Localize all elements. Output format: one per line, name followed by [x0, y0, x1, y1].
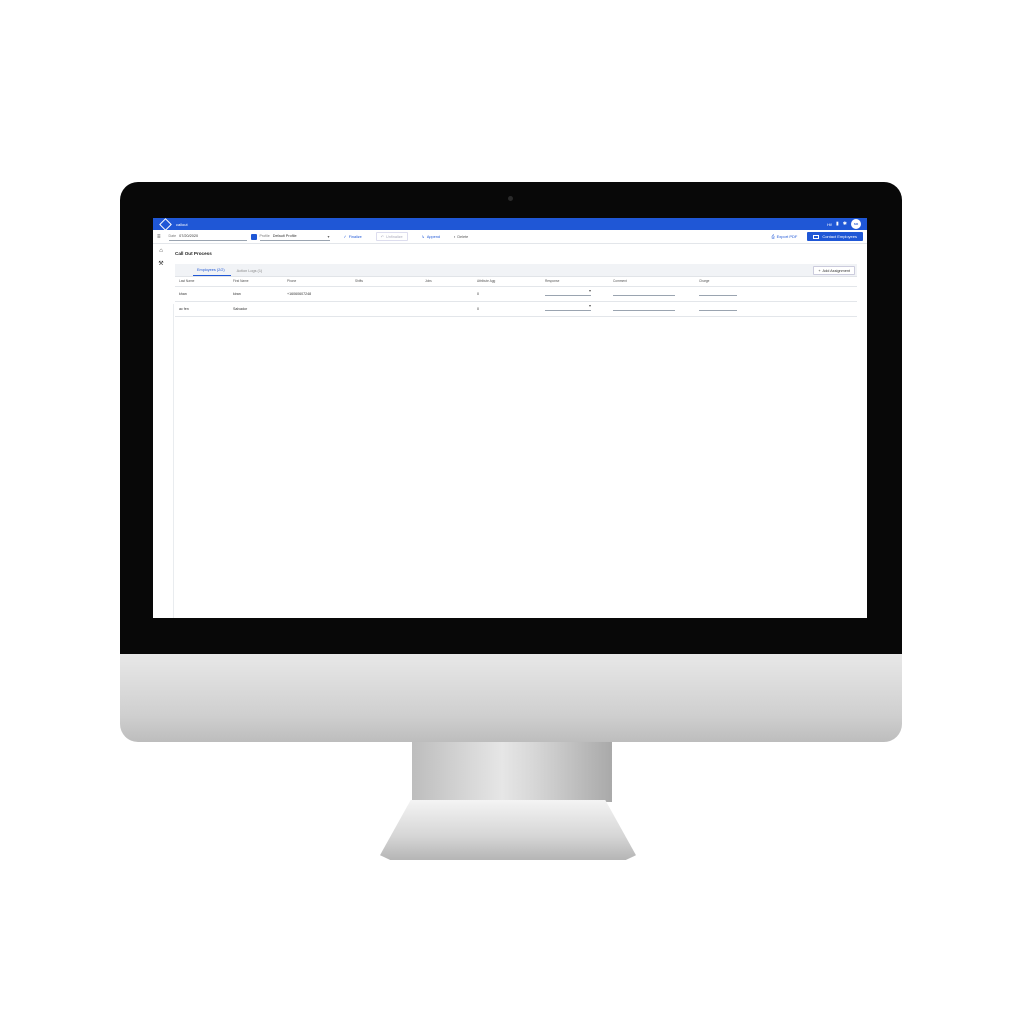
screen: callout Hi! ▮ ✱ SO ≡ Date 07/20/2020 Pro…: [153, 218, 867, 618]
cell-jobs: [421, 286, 473, 302]
response-select[interactable]: [545, 303, 591, 311]
home-icon[interactable]: ⌂: [159, 248, 163, 254]
user-greeting: Hi!: [827, 221, 833, 227]
export-pdf-button[interactable]: ⎙ Export PDF: [771, 234, 797, 239]
cell-last-name: ac fen: [175, 301, 229, 317]
tab-employees[interactable]: Employees (2/2): [193, 268, 231, 276]
app-logo-icon[interactable]: [159, 218, 172, 231]
col-phone[interactable]: Phone: [283, 277, 351, 287]
finalize-label: Finalize: [348, 234, 362, 239]
comment-input[interactable]: [613, 305, 675, 311]
calendar-icon[interactable]: [250, 233, 257, 240]
charge-input[interactable]: [699, 305, 737, 311]
trash-icon: ▪: [453, 234, 456, 239]
date-label: Date: [168, 234, 177, 238]
contact-employees-label: Contact Employees: [822, 234, 857, 239]
add-assignment-label: Add Assignment: [822, 268, 850, 273]
append-icon: ↳: [421, 235, 425, 239]
cell-first-name: Salvador: [229, 301, 283, 317]
profile-value: Default Profile: [272, 234, 297, 238]
monitor-chin: [120, 654, 902, 742]
col-first-name[interactable]: First Name: [229, 277, 283, 287]
plus-icon: +: [818, 268, 821, 273]
export-pdf-label: Export PDF: [776, 234, 798, 239]
cell-charge: [695, 286, 857, 302]
col-response[interactable]: Response: [541, 277, 609, 287]
divider: [173, 304, 174, 618]
printer-icon: ⎙: [771, 234, 775, 239]
gear-icon[interactable]: ✱: [843, 221, 847, 227]
table-row[interactable]: ac fen Salvador 0: [175, 301, 857, 317]
camera-dot: [508, 196, 513, 201]
undo-icon: ↶: [380, 235, 384, 239]
app-bar: callout Hi! ▮ ✱ SO: [153, 218, 867, 231]
toolbar: ≡ Date 07/20/2020 Profile Default Profil…: [153, 230, 867, 244]
append-button[interactable]: ↳ Append: [421, 234, 440, 240]
append-label: Append: [426, 234, 440, 239]
cell-comment: [609, 286, 695, 302]
cell-first-name: kiran: [229, 286, 283, 302]
cell-shifts: [351, 301, 421, 317]
col-last-name[interactable]: Last Name: [175, 277, 229, 287]
delete-button[interactable]: ▪ Delete: [454, 235, 468, 239]
delete-label: Delete: [457, 234, 469, 239]
folder-icon[interactable]: ▮: [836, 221, 839, 227]
col-comment[interactable]: Comment: [609, 277, 695, 287]
cell-jobs: [421, 301, 473, 317]
contact-employees-button[interactable]: Contact Employees: [807, 232, 863, 241]
monitor-stand: [412, 742, 612, 802]
tab-action-logs[interactable]: Action Logs (1): [237, 269, 269, 276]
profile-label: Profile: [259, 234, 270, 238]
hamburger-menu-icon[interactable]: ≡: [157, 234, 161, 240]
cell-charge: [695, 301, 857, 317]
cell-comment: [609, 301, 695, 317]
add-assignment-button[interactable]: + Add Assignment: [813, 266, 855, 275]
response-select[interactable]: [545, 288, 591, 296]
table-row[interactable]: khan kiran +16060607248 0: [175, 286, 857, 302]
employees-table: Last Name First Name Phone Shifts Jobs A…: [175, 277, 857, 317]
cell-response: [541, 301, 609, 317]
unfinalize-label: Unfinalize: [385, 234, 403, 239]
col-charge[interactable]: Charge: [695, 277, 857, 287]
cell-attribute-agg: 0: [473, 301, 541, 317]
cell-attribute-agg: 0: [473, 286, 541, 302]
tabs-bar: Employees (2/2) Action Logs (1) + Add As…: [175, 264, 857, 277]
col-attribute-agg[interactable]: Attribute Agg: [473, 277, 541, 287]
date-value: 07/20/2020: [179, 234, 199, 238]
monitor-foot: [380, 800, 636, 860]
app-title: callout: [176, 221, 188, 227]
col-jobs[interactable]: Jobs: [421, 277, 473, 287]
side-nav: ⌂ ⚒: [153, 244, 169, 618]
cell-response: [541, 286, 609, 302]
cell-phone: +16060607248: [283, 286, 351, 302]
cell-last-name: khan: [175, 286, 229, 302]
table-header-row: Last Name First Name Phone Shifts Jobs A…: [175, 277, 857, 287]
col-shifts[interactable]: Shifts: [351, 277, 421, 287]
finalize-button[interactable]: ✓ Finalize: [343, 234, 362, 240]
comment-input[interactable]: [613, 290, 675, 296]
wrench-icon[interactable]: ⚒: [158, 260, 163, 267]
page-title: Call Out Process: [175, 251, 212, 256]
message-icon: [813, 234, 820, 239]
cell-shifts: [351, 286, 421, 302]
main-content: Call Out Process Employees (2/2) Action …: [169, 244, 867, 618]
check-icon: ✓: [343, 235, 347, 239]
cell-phone: [283, 301, 351, 317]
chevron-down-icon: ▾: [327, 233, 330, 239]
unfinalize-button[interactable]: ↶ Unfinalize: [375, 232, 408, 241]
profile-select[interactable]: Profile Default Profile ▾: [259, 232, 330, 241]
date-field[interactable]: Date 07/20/2020: [168, 232, 247, 241]
charge-input[interactable]: [699, 290, 737, 296]
avatar[interactable]: SO: [851, 219, 861, 229]
